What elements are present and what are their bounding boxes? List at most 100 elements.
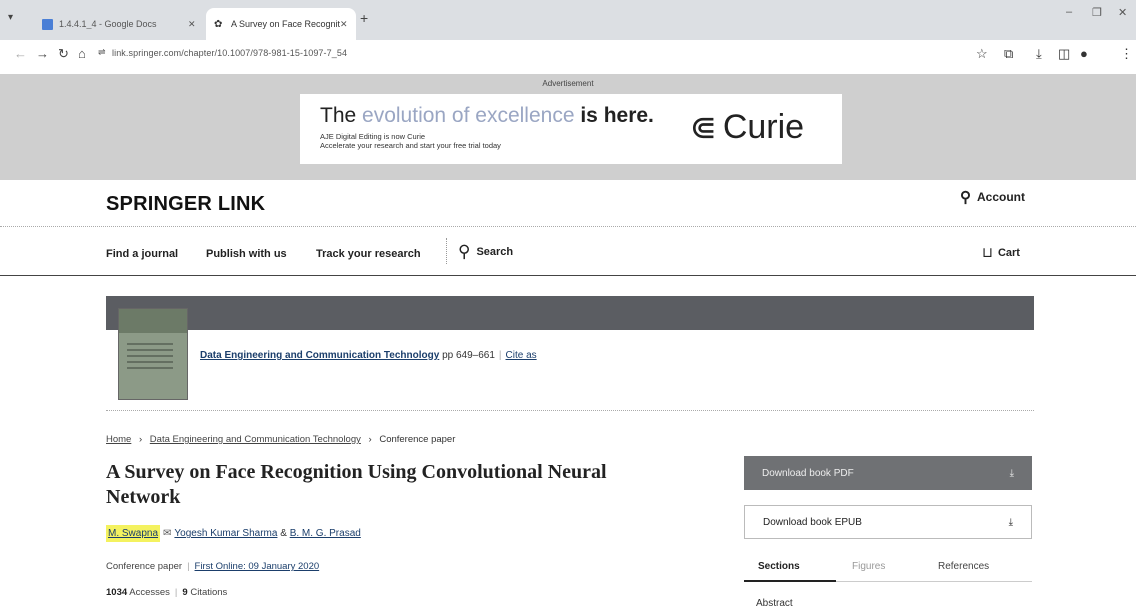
springer-link-logo[interactable]: SPRINGER LINK — [106, 193, 265, 216]
article-title: A Survey on Face Recognition Using Convo… — [106, 461, 607, 508]
content-type: Conference paper — [106, 561, 183, 572]
download-epub-label: Download book EPUB — [763, 516, 862, 528]
tab-sections[interactable]: Sections — [758, 561, 800, 572]
user-icon: ⚲ — [960, 189, 971, 206]
first-online-link[interactable]: First Online: 09 January 2020 — [195, 561, 320, 572]
book-info: Data Engineering and Communication Techn… — [200, 350, 537, 361]
separator: | — [187, 561, 190, 572]
bookmark-star-icon[interactable]: ☆ — [976, 46, 988, 62]
cover-band — [119, 309, 187, 333]
section-link-abstract[interactable]: Abstract — [756, 598, 793, 609]
ad-subtext-line: Accelerate your research and start your … — [320, 141, 501, 150]
window-close-icon[interactable]: ✕ — [1118, 6, 1127, 19]
ad-subtext-line: AJE Digital Editing is now Curie — [320, 132, 426, 141]
restore-icon[interactable]: ❐ — [1092, 6, 1102, 19]
breadcrumb: Home › Data Engineering and Communicatio… — [106, 434, 455, 445]
sidebar-tabs: Sections Figures References — [744, 552, 1032, 582]
breadcrumb-home[interactable]: Home — [106, 434, 131, 445]
side-panel-icon[interactable]: ◫ — [1058, 46, 1070, 62]
book-pages: pp 649–661 — [442, 350, 495, 361]
separator: | — [174, 587, 178, 598]
citations-count: 9 — [182, 587, 188, 598]
ad-headline: The evolution of excellence is here. — [320, 104, 654, 128]
article-meta: Conference paper | First Online: 09 Januar… — [106, 561, 319, 572]
cite-as-link[interactable]: Cite as — [506, 350, 537, 361]
curie-wordmark: Curie — [722, 108, 805, 146]
tab-figures[interactable]: Figures — [852, 561, 885, 572]
article-metrics: 1034 Accesses | 9 Citations — [106, 587, 227, 598]
close-icon[interactable]: ✕ — [340, 19, 356, 30]
home-icon[interactable]: ⌂ — [78, 46, 86, 61]
springer-favicon-icon: ✿ — [214, 18, 223, 30]
close-icon[interactable]: ✕ — [188, 19, 204, 30]
search-icon: ⚲ — [458, 242, 471, 261]
tab-title: A Survey on Face Recognition — [231, 19, 340, 29]
new-tab-icon[interactable]: + — [360, 10, 368, 26]
chevron-right-icon: › — [368, 434, 372, 445]
nav-publish-with-us[interactable]: Publish with us — [206, 248, 287, 260]
author-separator: & — [280, 528, 287, 539]
download-icon: ⤓ — [1009, 467, 1014, 479]
header-divider — [0, 275, 1136, 276]
tab-title: 1.4.4.1_4 - Google Docs — [59, 19, 157, 29]
book-title-link[interactable]: Data Engineering and Communication Techn… — [200, 350, 439, 361]
advertisement-banner[interactable]: The evolution of excellence is here. AJE… — [300, 94, 842, 164]
account-label: Account — [977, 190, 1025, 204]
account-button[interactable]: ⚲ Account — [960, 188, 1025, 206]
citations-label[interactable]: Citations — [190, 587, 227, 598]
tab-references[interactable]: References — [938, 561, 989, 572]
forward-arrow-icon[interactable]: → — [36, 46, 49, 61]
chevron-right-icon: › — [138, 434, 143, 445]
active-tab-indicator — [744, 580, 836, 582]
minimize-icon[interactable]: – — [1066, 6, 1072, 18]
back-arrow-icon[interactable]: ← — [14, 46, 27, 61]
cart-icon: ⊔ — [982, 244, 993, 260]
download-pdf-label: Download book PDF — [762, 467, 854, 479]
separator: | — [498, 350, 502, 361]
breadcrumb-current: Conference paper — [379, 434, 456, 445]
book-banner — [106, 296, 1034, 330]
ad-headline-part: is here. — [580, 104, 654, 127]
author-link[interactable]: Yogesh Kumar Sharma — [174, 528, 277, 539]
download-icon[interactable]: ⤓ — [1036, 46, 1042, 62]
profile-icon[interactable]: ● — [1080, 46, 1088, 61]
browser-tab-bar: ▾ 1.4.4.1_4 - Google Docs ✕ ✿ A Survey o… — [0, 0, 1136, 40]
reload-icon[interactable]: ↻ — [58, 46, 69, 62]
cart-button[interactable]: ⊔ Cart — [982, 244, 1020, 261]
download-pdf-button[interactable]: Download book PDF ⤓ — [744, 456, 1032, 490]
advertisement-band: Advertisement The evolution of excellenc… — [0, 74, 1136, 180]
search-label: Search — [476, 246, 514, 258]
download-icon: ⤓ — [1008, 516, 1013, 528]
author-link[interactable]: B. M. G. Prasad — [290, 528, 361, 539]
curie-logo: ⋐ Curie — [690, 108, 804, 146]
advertisement-label: Advertisement — [542, 79, 594, 88]
search-button[interactable]: ⚲ Search — [458, 242, 513, 262]
breadcrumb-book[interactable]: Data Engineering and Communication Techn… — [150, 434, 361, 445]
ad-headline-part: The — [320, 104, 363, 127]
extensions-icon[interactable]: ⧉ — [1004, 46, 1013, 62]
browser-toolbar: ← → ↻ ⌂ ⇌ link.springer.com/chapter/10.1… — [0, 40, 1136, 70]
menu-kebab-icon[interactable]: ⋮ — [1120, 46, 1133, 62]
nav-find-a-journal[interactable]: Find a journal — [106, 248, 178, 260]
tab-list-chevron-icon[interactable]: ▾ — [8, 12, 13, 23]
nav-track-your-research[interactable]: Track your research — [316, 248, 421, 260]
browser-tab-google-docs[interactable]: 1.4.4.1_4 - Google Docs ✕ — [36, 8, 204, 40]
cover-text-lines — [127, 343, 173, 369]
site-info-icon[interactable]: ⇌ — [98, 47, 106, 58]
address-bar[interactable]: link.springer.com/chapter/10.1007/978-98… — [112, 48, 347, 58]
author-link[interactable]: M. Swapna — [108, 528, 158, 539]
browser-tab-springer[interactable]: ✿ A Survey on Face Recognition ✕ — [206, 8, 356, 40]
accesses-label: Accesses — [129, 587, 170, 598]
google-docs-icon — [42, 18, 53, 30]
divider — [0, 226, 1136, 227]
accesses-count: 1034 — [106, 587, 128, 598]
nav-divider — [446, 238, 447, 264]
cart-label: Cart — [997, 246, 1020, 259]
book-cover-image[interactable] — [118, 308, 188, 400]
author-list: M. Swapna ✉ Yogesh Kumar Sharma & B. M. G.… — [106, 525, 361, 542]
divider — [106, 410, 1034, 411]
download-epub-button[interactable]: Download book EPUB ⤓ — [744, 505, 1032, 539]
curie-mark-icon: ⋐ — [690, 109, 717, 145]
ad-headline-part: evolution — [362, 104, 447, 127]
email-icon[interactable]: ✉ — [163, 528, 171, 539]
